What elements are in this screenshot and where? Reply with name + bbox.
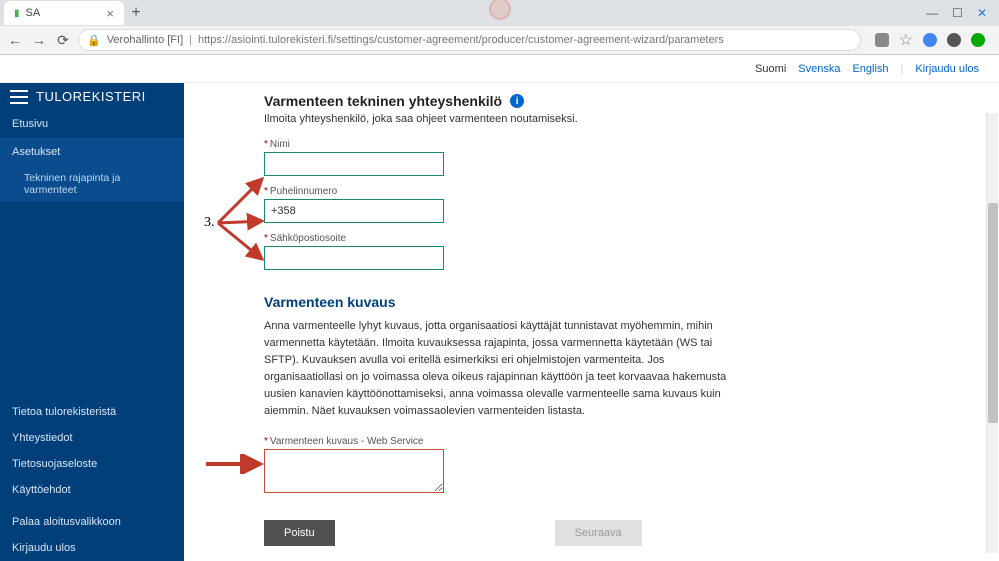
close-window-icon[interactable]: ✕ [977, 6, 987, 20]
section-title-description: Varmenteen kuvaus [264, 294, 959, 310]
sidebar-item-settings[interactable]: Asetukset [0, 138, 184, 166]
forward-icon[interactable]: → [30, 32, 48, 48]
sidebar: TULOREKISTERI Etusivu Asetukset Tekninen… [0, 83, 184, 561]
sidebar-footer: Tietoa tulorekisteristä Yhteystiedot Tie… [0, 399, 184, 561]
sidebar-item-home[interactable]: Etusivu [0, 110, 184, 138]
scrollbar[interactable] [986, 113, 998, 553]
sidebar-item-privacy[interactable]: Tietosuojaseloste [0, 451, 184, 477]
extension-icons: ☆ [867, 30, 993, 50]
brand-title: TULOREKISTERI [36, 89, 146, 104]
sidebar-sub-technical[interactable]: Tekninen rajapinta ja varmenteet [0, 166, 184, 202]
annotation-arrow-1 [214, 173, 268, 263]
maximize-icon[interactable]: ☐ [952, 6, 963, 20]
description-paragraph: Anna varmenteelle lyhyt kuvaus, jotta or… [264, 318, 744, 420]
browser-watermark-icon [489, 0, 511, 20]
browser-tab[interactable]: ▮ SA × [4, 1, 124, 25]
exit-button[interactable]: Poistu [264, 520, 335, 546]
divider: | [901, 63, 904, 75]
logout-link[interactable]: Kirjaudu ulos [915, 63, 979, 75]
close-icon[interactable]: × [106, 6, 114, 21]
url-bar[interactable]: 🔒 Verohallinto [FI] | https://asiointi.t… [78, 29, 861, 51]
ext-icon-2[interactable] [923, 33, 937, 47]
reload-icon[interactable]: ⟳ [54, 32, 72, 49]
annotation-arrow-2 [204, 454, 266, 474]
lang-link-fi[interactable]: Suomi [755, 63, 786, 75]
cert-desc-textarea[interactable] [264, 449, 444, 493]
sidebar-item-logout[interactable]: Kirjaudu ulos [0, 535, 184, 561]
phone-input[interactable] [264, 199, 444, 223]
browser-chrome: ▮ SA × + — ☐ ✕ ← → ⟳ 🔒 Verohallinto [FI]… [0, 0, 999, 55]
label-name: *Nimi [264, 139, 959, 150]
annotation-step-number: 3. [204, 215, 215, 231]
menu-icon[interactable] [10, 90, 28, 104]
ext-icon-4[interactable] [971, 33, 985, 47]
section-title-text: Varmenteen tekninen yhteyshenkilö [264, 93, 502, 109]
label-cert-desc: *Varmenteen kuvaus - Web Service [264, 436, 959, 447]
back-icon[interactable]: ← [6, 32, 24, 48]
scroll-thumb[interactable] [988, 203, 998, 423]
brand-row: TULOREKISTERI [0, 83, 184, 110]
window-controls: — ☐ ✕ [926, 6, 995, 20]
url-org: Verohallinto [FI] [107, 34, 183, 46]
ext-icon-3[interactable] [947, 33, 961, 47]
section-title-contact: Varmenteen tekninen yhteyshenkilö i [264, 93, 959, 109]
name-input[interactable] [264, 152, 444, 176]
email-input[interactable] [264, 246, 444, 270]
new-tab-button[interactable]: + [124, 4, 148, 22]
url-divider: | [189, 34, 192, 46]
button-row: Poistu Seuraava [264, 520, 959, 546]
section-desc: Ilmoita yhteyshenkilö, joka saa ohjeet v… [264, 113, 959, 125]
star-icon[interactable]: ☆ [899, 30, 913, 50]
minimize-icon[interactable]: — [926, 6, 938, 20]
sidebar-item-back[interactable]: Palaa aloitusvalikkoon [0, 509, 184, 535]
tabs-row: ▮ SA × + — ☐ ✕ [0, 0, 999, 26]
lang-link-sv[interactable]: Svenska [798, 63, 840, 75]
info-icon[interactable]: i [510, 94, 524, 108]
content-area: 3. Varmenteen tekninen yhteyshenkilö i I… [184, 83, 999, 561]
url-text: https://asiointi.tulorekisteri.fi/settin… [198, 34, 724, 46]
page-viewport: Suomi Svenska English | Kirjaudu ulos TU… [0, 55, 999, 561]
sidebar-item-terms[interactable]: Käyttöehdot [0, 477, 184, 503]
language-bar: Suomi Svenska English | Kirjaudu ulos [0, 55, 999, 83]
next-button[interactable]: Seuraava [555, 520, 642, 546]
lock-icon: 🔒 [87, 34, 101, 47]
sidebar-item-contact[interactable]: Yhteystiedot [0, 425, 184, 451]
label-email: *Sähköpostiosoite [264, 233, 959, 244]
tab-title: SA [26, 7, 41, 19]
lang-link-en[interactable]: English [852, 63, 888, 75]
tab-favicon: ▮ [14, 8, 20, 19]
nav-row: ← → ⟳ 🔒 Verohallinto [FI] | https://asio… [0, 26, 999, 54]
ext-icon-1[interactable] [875, 33, 889, 47]
sidebar-item-about[interactable]: Tietoa tulorekisteristä [0, 399, 184, 425]
label-phone: *Puhelinnumero [264, 186, 959, 197]
